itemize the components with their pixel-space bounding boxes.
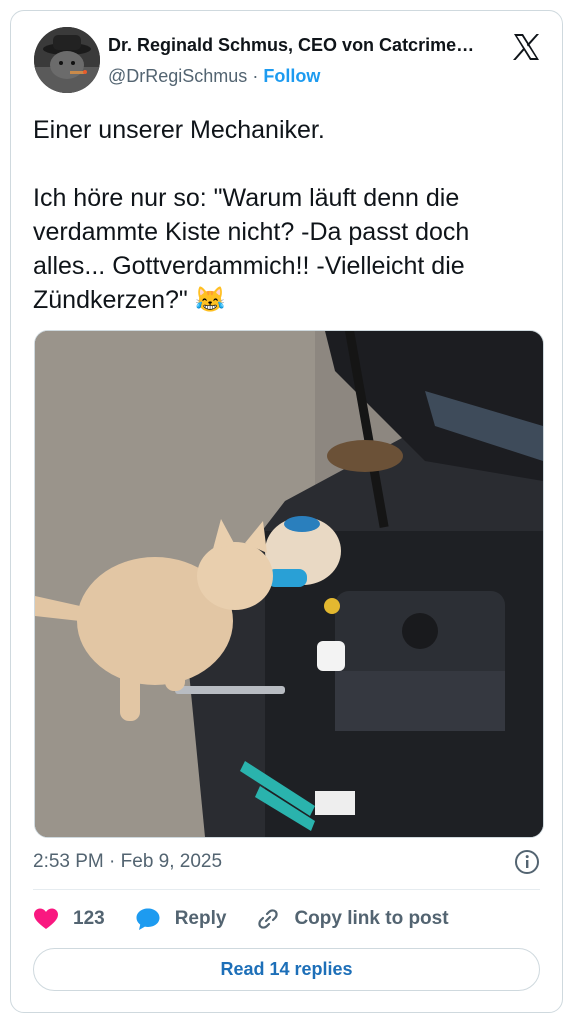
author-name[interactable]: Dr. Reginald Schmus, CEO von Catcrime… [108,33,500,57]
x-logo-icon[interactable] [510,31,542,63]
reply-button[interactable]: Reply [135,907,227,931]
author-handle[interactable]: @DrRegiSchmus [108,66,247,86]
like-button[interactable]: 123 [33,907,105,931]
like-count: 123 [73,908,105,929]
reply-bubble-icon [136,908,160,930]
tweet-card: Dr. Reginald Schmus, CEO von Catcrime… @… [10,10,563,1013]
follow-button[interactable]: Follow [263,66,320,86]
link-icon [258,909,279,929]
author-handle-row: @DrRegiSchmus · Follow [108,64,320,88]
tweet-date: Feb 9, 2025 [120,851,223,872]
tweet-photo[interactable] [34,330,544,838]
info-icon[interactable] [514,849,540,875]
tweet-text: Einer unserer Mechaniker. Ich höre nur s… [33,116,470,314]
copy-link-button[interactable]: Copy link to post [256,907,449,931]
divider [33,889,540,890]
avatar[interactable] [34,27,100,93]
reply-label: Reply [174,908,227,929]
separator: · [252,66,259,86]
tweet-timestamp[interactable]: 2:53 PM · Feb 9, 2025 [33,849,222,875]
copy-link-label: Copy link to post [294,908,449,929]
heart-icon [34,908,58,929]
read-replies-button[interactable]: Read 14 replies [33,948,540,991]
meta-separator: · [109,851,116,872]
tweet-time: 2:53 PM [33,851,104,872]
action-bar: 123 Reply Copy link to post [33,901,479,937]
